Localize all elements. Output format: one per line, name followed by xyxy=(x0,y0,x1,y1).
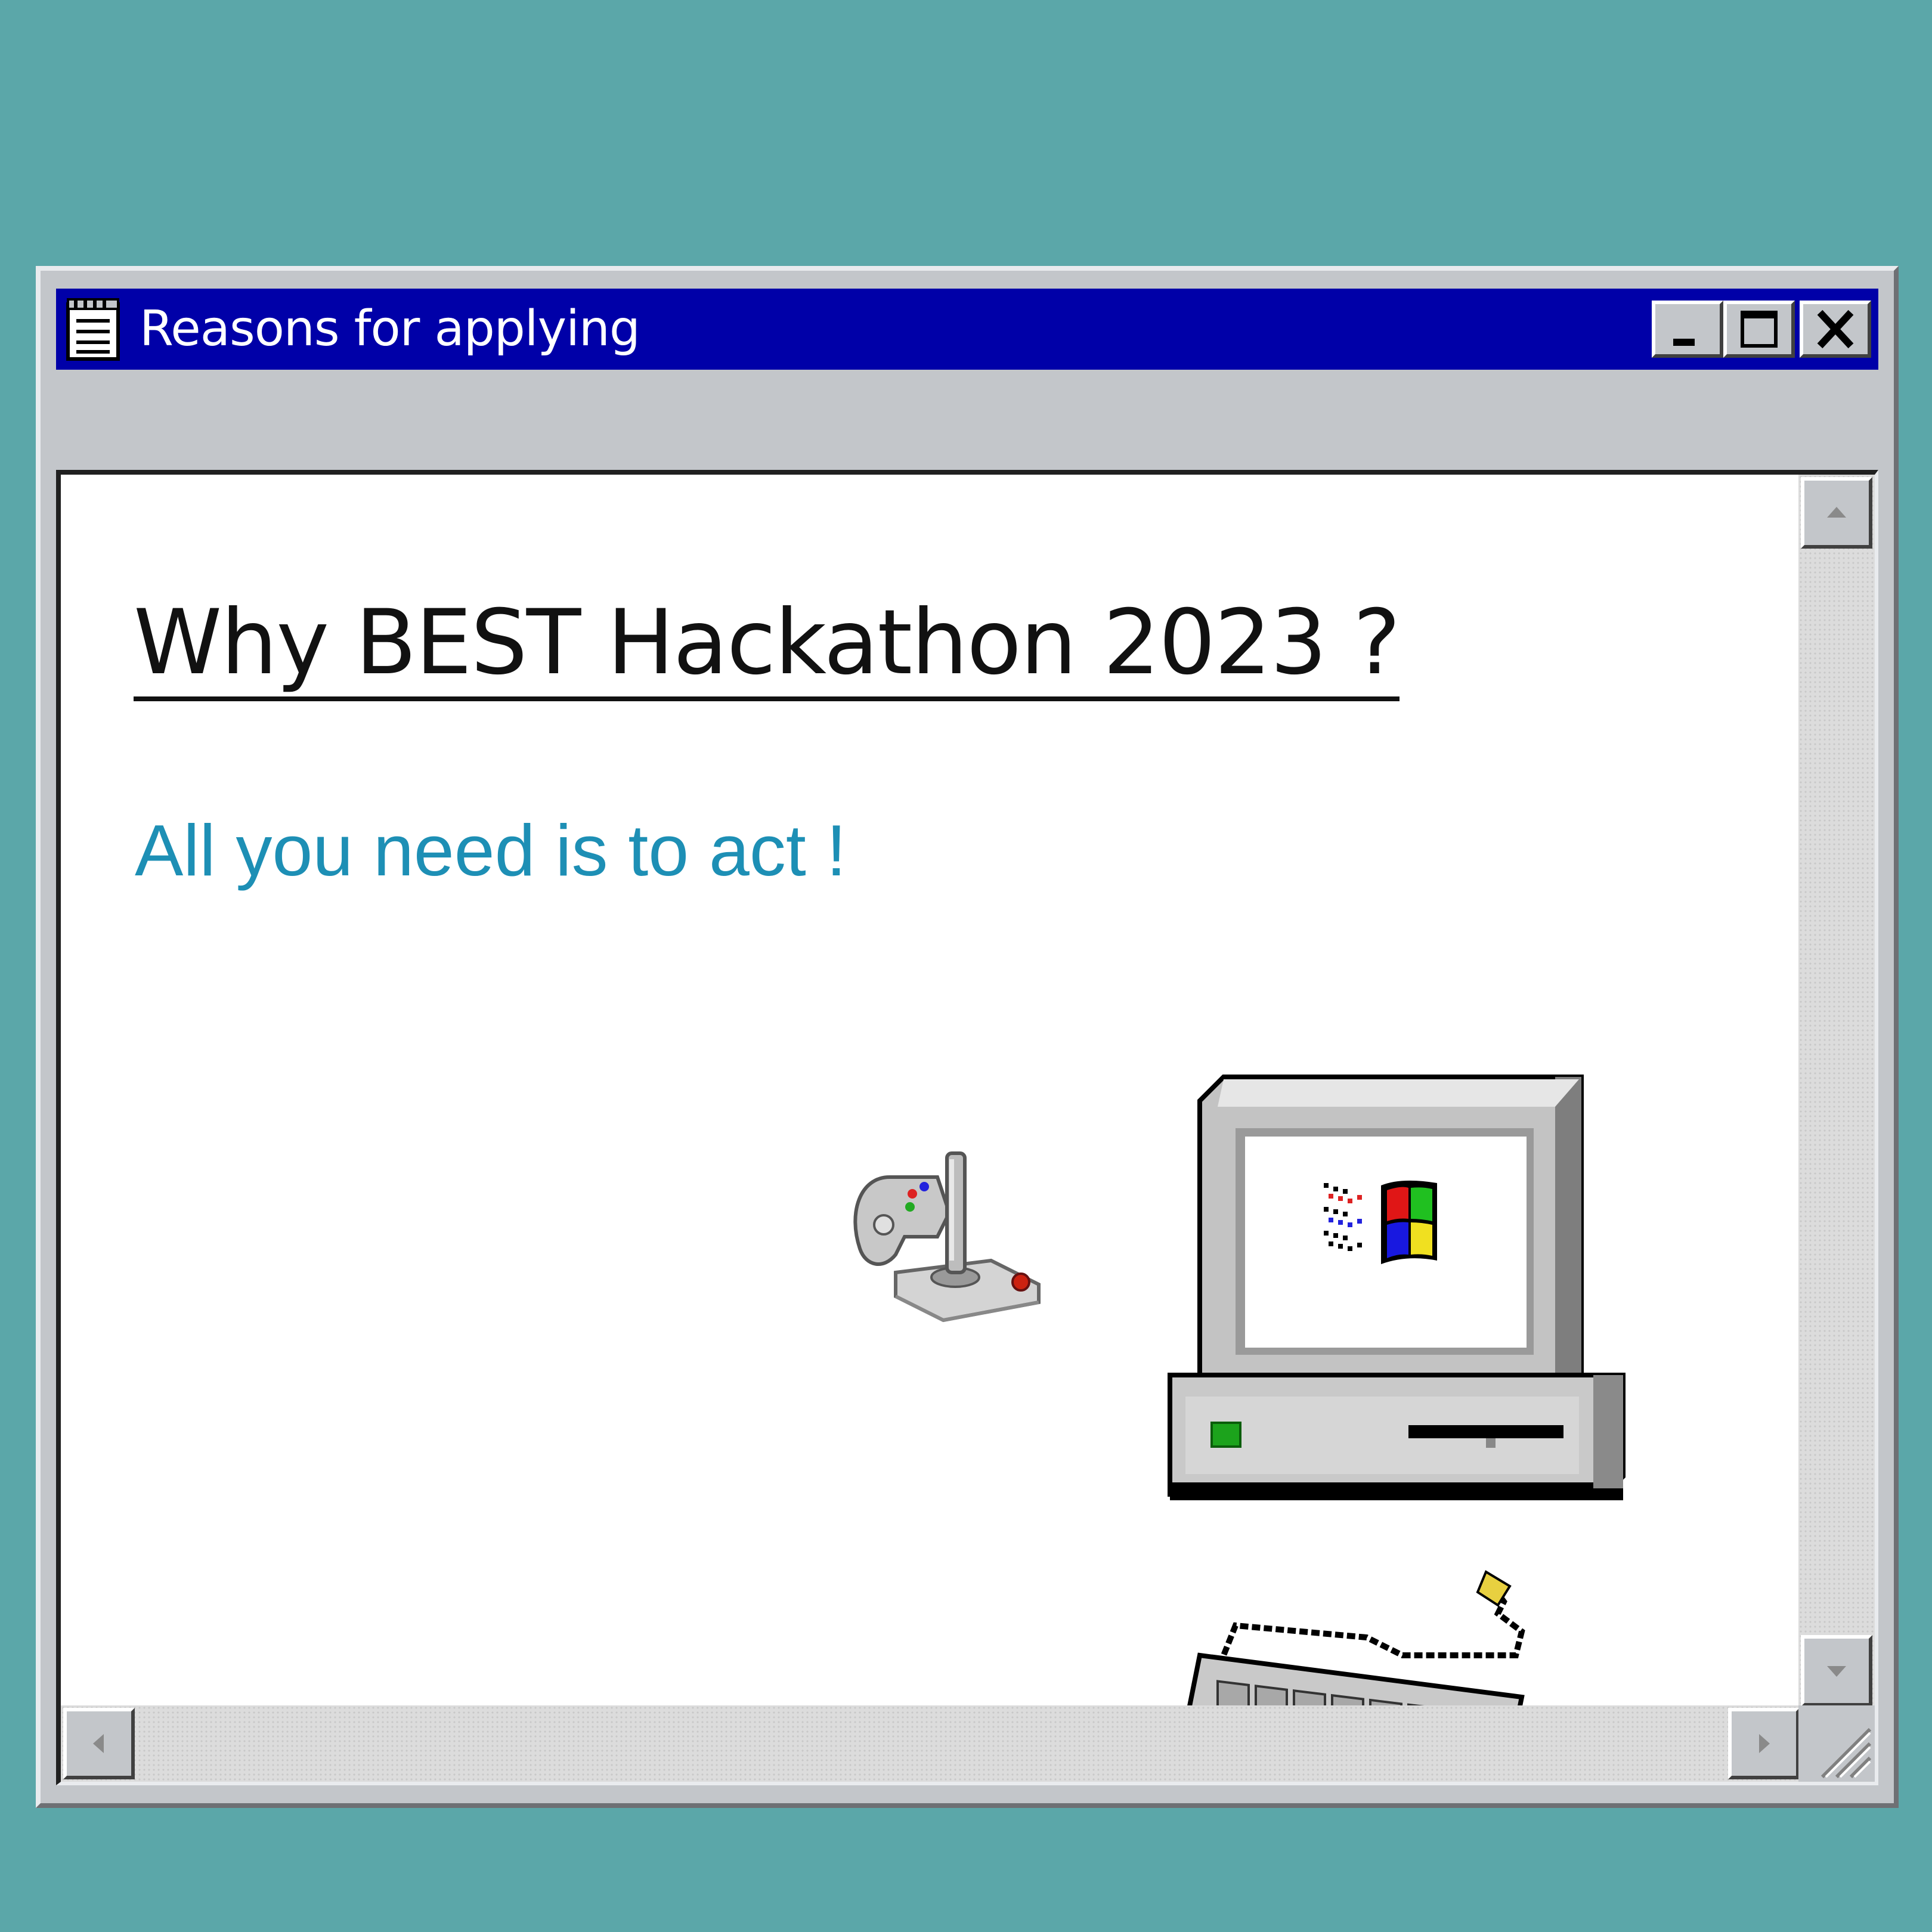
notepad-icon xyxy=(63,297,123,361)
arrow-down-icon xyxy=(1827,1666,1846,1677)
minimize-button[interactable] xyxy=(1652,301,1723,358)
tagline: All you need is to act ! xyxy=(135,810,847,891)
windows-logo-icon xyxy=(1324,1180,1437,1264)
page-heading: Why BEST Hackathon 2023 ? xyxy=(134,589,1401,701)
horizontal-scrollbar[interactable] xyxy=(61,1705,1802,1782)
scroll-down-button[interactable] xyxy=(1801,1635,1872,1707)
vertical-scrollbar[interactable] xyxy=(1798,475,1875,1709)
scroll-right-button[interactable] xyxy=(1728,1708,1800,1779)
minimize-icon xyxy=(1673,339,1695,346)
document-area[interactable]: Why BEST Hackathon 2023 ? All you need i… xyxy=(56,470,1878,1785)
joystick-icon xyxy=(853,1151,1041,1323)
close-button[interactable] xyxy=(1800,301,1871,358)
app-window: Reasons for applying Why BEST Hackathon … xyxy=(36,266,1899,1808)
scroll-up-button[interactable] xyxy=(1801,477,1872,549)
scroll-left-button[interactable] xyxy=(63,1708,135,1779)
arrow-up-icon xyxy=(1827,507,1846,518)
computer-icon xyxy=(1168,1075,1626,1500)
close-icon xyxy=(1817,309,1854,349)
arrow-left-icon xyxy=(93,1734,104,1753)
resize-grip-icon xyxy=(1820,1727,1872,1779)
maximize-icon xyxy=(1741,311,1778,348)
resize-corner[interactable] xyxy=(1798,1705,1875,1782)
window-title: Reasons for applying xyxy=(140,301,640,357)
title-bar[interactable]: Reasons for applying xyxy=(56,289,1878,370)
maximize-button[interactable] xyxy=(1723,301,1795,358)
arrow-right-icon xyxy=(1759,1734,1770,1753)
